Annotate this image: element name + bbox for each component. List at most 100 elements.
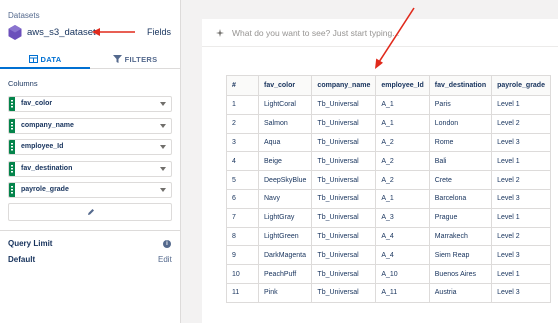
tab-filters[interactable]: FILTERS [90,51,180,69]
column-pill-company-name[interactable]: company_name [8,118,172,134]
table-cell: LightGreen [257,226,313,247]
table-cell: Level 1 [491,151,551,172]
main-panel: # fav_color company_name employee_Id fav… [202,7,558,323]
table-cell: Tb_Universal [311,113,377,134]
table-cell: Tb_Universal [311,245,377,266]
chevron-down-icon[interactable] [160,167,166,171]
drag-handle-icon[interactable] [9,119,15,133]
table-cell: Level 1 [491,95,551,115]
table-cell: Level 2 [491,113,551,134]
table-cell: A_3 [375,207,430,228]
table-cell: Siem Reap [428,245,493,266]
table-row: 4 Beige Tb_Universal A_2 Bali Level 1 [226,151,551,172]
column-header[interactable]: employee_Id [375,75,430,96]
table-cell: 5 [226,170,259,190]
edit-query-limit-link[interactable]: Edit [158,255,172,264]
column-header[interactable]: # [226,75,259,96]
table-cell: 7 [226,207,259,228]
dataset-name: aws_s3_dataset [27,27,96,38]
table-cell: Tb_Universal [311,95,377,115]
table-cell: 10 [226,264,259,284]
column-name: employee_Id [21,143,64,150]
table-cell: Barcelona [428,188,493,209]
table-cell: A_4 [375,245,430,266]
table-cell: 11 [226,282,259,303]
table-cell: 4 [226,151,259,172]
table-cell: LightGray [257,207,313,228]
table-cell: A_11 [375,282,430,303]
drag-handle-icon[interactable] [9,97,15,111]
table-cell: A_2 [375,170,430,190]
column-name: payrole_grade [21,186,69,193]
results-table: # fav_color company_name employee_Id fav… [226,75,551,303]
filter-icon [112,55,122,63]
table-icon [28,55,38,63]
column-name: company_name [21,122,74,129]
edit-columns-button[interactable] [8,203,172,221]
annotation-arrow-icon [92,28,135,36]
table-cell: Level 3 [491,245,551,266]
table-row: 7 LightGray Tb_Universal A_3 Prague Leve… [226,207,551,228]
column-header[interactable]: payrole_grade [491,75,551,96]
chevron-down-icon[interactable] [160,188,166,192]
table-cell: Tb_Universal [311,207,377,228]
info-icon[interactable]: i [163,240,171,248]
table-cell: 8 [226,226,259,247]
tab-data-label: DATA [40,55,62,64]
table-cell: A_2 [375,132,430,153]
column-name: fav_destination [21,165,73,172]
chevron-down-icon[interactable] [160,145,166,149]
table-cell: Marrakech [428,226,493,247]
table-cell: Navy [257,188,313,209]
table-cell: Level 3 [491,132,551,153]
column-header[interactable]: company_name [311,75,377,96]
table-cell: Paris [428,95,493,115]
table-cell: Level 2 [491,226,551,247]
tab-data[interactable]: DATA [0,51,90,69]
column-pill-fav-color[interactable]: fav_color [8,96,172,112]
drag-handle-icon[interactable] [9,140,15,154]
datasets-label: Datasets [8,11,40,20]
table-row: 1 LightCoral Tb_Universal A_1 Paris Leve… [226,95,551,115]
table-cell: Tb_Universal [311,226,377,247]
table-cell: Level 3 [491,188,551,209]
chevron-down-icon[interactable] [160,124,166,128]
query-limit-value: Default [8,255,36,264]
column-pill-fav-destination[interactable]: fav_destination [8,161,172,177]
table-row: 6 Navy Tb_Universal A_1 Barcelona Level … [226,188,551,209]
table-row: 11 Pink Tb_Universal A_11 Austria Level … [226,282,551,303]
table-cell: LightCoral [257,95,313,115]
table-cell: 9 [226,245,259,266]
fields-link[interactable]: Fields [147,27,171,37]
dataset-row[interactable]: aws_s3_dataset Fields [8,24,173,42]
table-row: 10 PeachPuff Tb_Universal A_10 Buenos Ai… [226,264,551,284]
column-header[interactable]: fav_color [257,75,313,96]
table-cell: Bali [428,151,493,172]
table-cell: PeachPuff [257,264,313,284]
table-cell: London [428,113,493,134]
drag-handle-icon[interactable] [9,183,15,197]
chevron-down-icon[interactable] [160,102,166,106]
sparkle-icon [216,29,224,37]
table-cell: 1 [226,95,259,115]
sidebar-tabs: DATA FILTERS [0,51,180,69]
table-cell: Level 1 [491,207,551,228]
column-pill-payrole-grade[interactable]: payrole_grade [8,182,172,198]
table-cell: Prague [428,207,493,228]
table-cell: 3 [226,132,259,153]
column-pill-employee-id[interactable]: employee_Id [8,139,172,155]
table-cell: Tb_Universal [311,282,377,303]
table-cell: A_10 [375,264,430,284]
tab-filters-label: FILTERS [124,55,158,64]
column-header[interactable]: fav_destination [428,75,493,96]
drag-handle-icon[interactable] [9,162,15,176]
divider [0,230,180,231]
table-cell: A_1 [375,188,430,209]
pencil-icon [88,209,94,215]
table-cell: Tb_Universal [311,170,377,190]
table-row: 9 DarkMagenta Tb_Universal A_4 Siem Reap… [226,245,551,266]
table-row: 5 DeepSkyBlue Tb_Universal A_2 Crete Lev… [226,170,551,190]
table-cell: Beige [257,151,313,172]
table-cell: Crete [428,170,493,190]
annotation-arrow-icon [375,7,415,69]
